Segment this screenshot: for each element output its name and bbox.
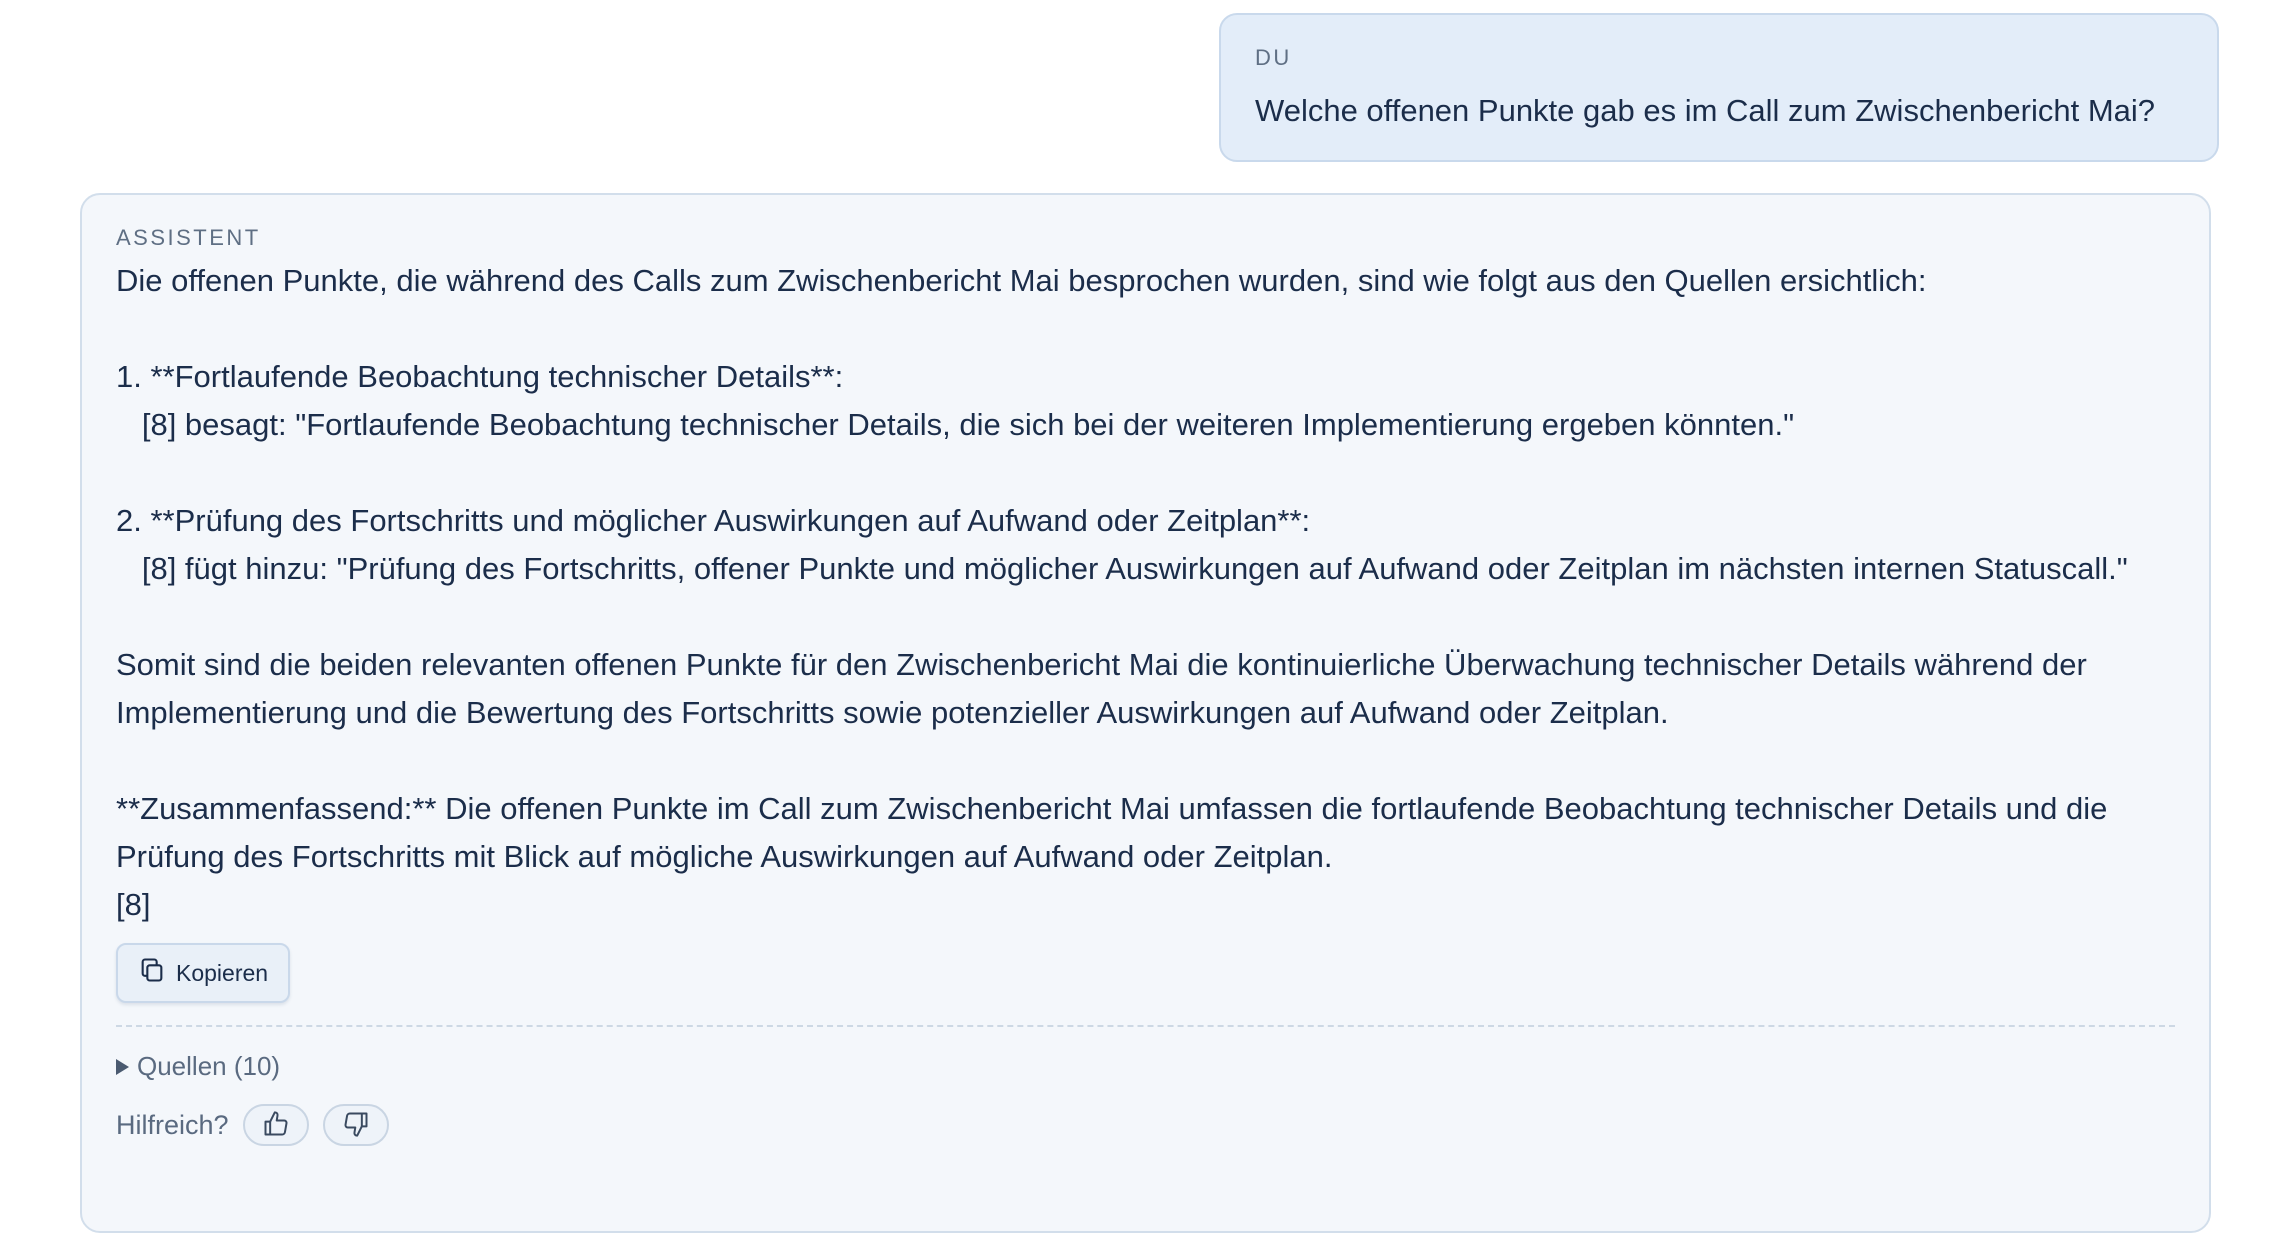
feedback-row: Hilfreich? (116, 1104, 2175, 1146)
user-role-label: DU (1255, 45, 1292, 70)
assistant-role-label: ASSISTENT (116, 225, 261, 250)
thumbs-down-icon (342, 1110, 370, 1141)
answer-citation: [8] (116, 887, 151, 922)
user-message: DU Welche offenen Punkte gab es im Call … (1219, 13, 2219, 162)
divider (116, 1025, 2175, 1027)
thumbs-up-button[interactable] (242, 1104, 309, 1146)
triangle-right-icon (116, 1058, 129, 1075)
copy-button[interactable]: Kopieren (116, 943, 291, 1003)
sources-toggle[interactable]: Quellen (10) (116, 1051, 2175, 1082)
answer-point-1-quote: [8] besagt: "Fortlaufende Beobachtung te… (116, 407, 1795, 442)
chat-thread: DU Welche offenen Punkte gab es im Call … (0, 0, 2285, 1253)
thumbs-up-icon (262, 1110, 290, 1141)
feedback-label: Hilfreich? (116, 1109, 229, 1140)
assistant-message: ASSISTENT Die offenen Punkte, die währen… (80, 193, 2211, 1233)
answer-summary: **Zusammenfassend:** Die offenen Punkte … (116, 791, 2117, 874)
answer-point-2-title: 2. **Prüfung des Fortschritts und möglic… (116, 503, 1311, 538)
answer-point-1-title: 1. **Fortlaufende Beobachtung technische… (116, 359, 844, 394)
thumbs-down-button[interactable] (322, 1104, 389, 1146)
answer-point-2-quote: [8] fügt hinzu: "Prüfung des Fortschritt… (116, 551, 2128, 586)
answer-intro: Die offenen Punkte, die während des Call… (116, 263, 1927, 298)
assistant-answer: Die offenen Punkte, die während des Call… (116, 257, 2175, 929)
copy-button-label: Kopieren (176, 959, 269, 986)
copy-icon (138, 956, 166, 990)
user-message-text: Welche offenen Punkte gab es im Call zum… (1255, 93, 2156, 128)
sources-label: Quellen (10) (137, 1051, 281, 1081)
answer-conclusion: Somit sind die beiden relevanten offenen… (116, 647, 2096, 730)
